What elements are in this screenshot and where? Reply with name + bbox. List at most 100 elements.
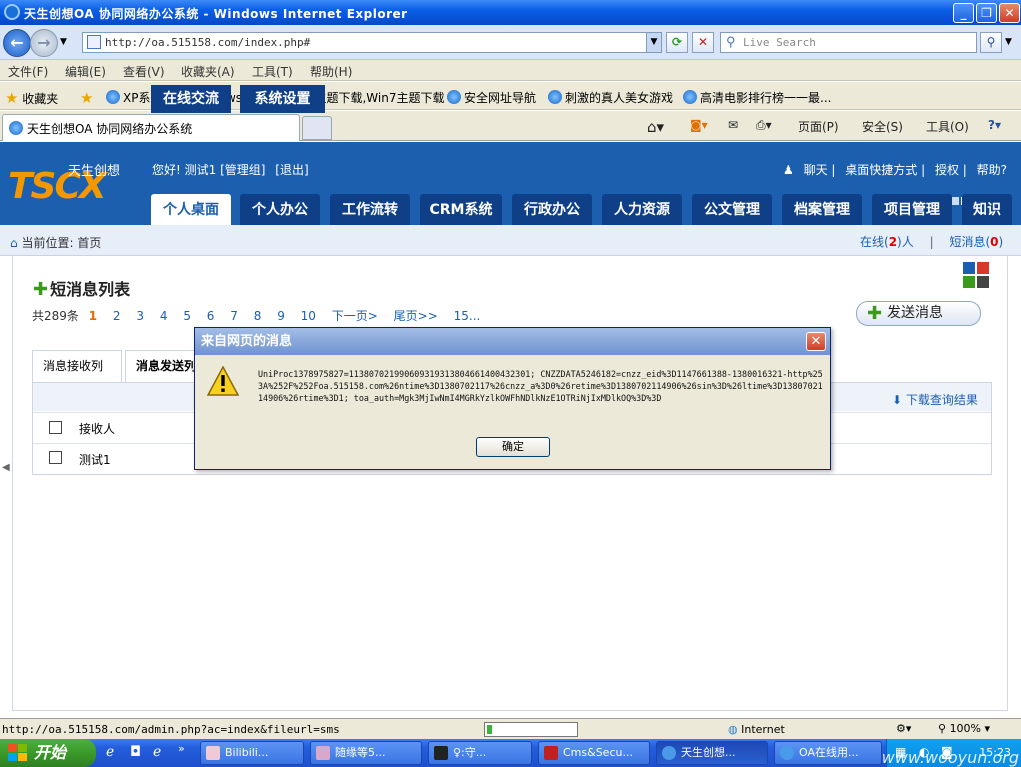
layout-grid-icon[interactable]	[963, 262, 989, 288]
page-menu[interactable]: 页面(P)	[798, 118, 839, 135]
menu-file[interactable]: 文件(F)	[8, 63, 48, 80]
row-checkbox[interactable]	[49, 451, 62, 464]
task-3[interactable]: ♀:守...	[428, 741, 532, 765]
send-message-button[interactable]: ✚ 发送消息	[856, 301, 981, 326]
safety-menu[interactable]: 安全(S)	[862, 118, 903, 135]
task-cms-security[interactable]: Cms&Secu...	[538, 741, 650, 765]
search-options-icon[interactable]: ▼	[1005, 37, 1012, 47]
ie-page-icon	[106, 90, 120, 104]
feeds-icon[interactable]: ◙▾	[690, 118, 708, 132]
chat-link[interactable]: 聊天	[804, 163, 828, 177]
menu-help[interactable]: 帮助(H)	[310, 63, 352, 80]
tools-menu[interactable]: 工具(O)	[926, 118, 969, 135]
address-dropdown-icon[interactable]: ▼	[646, 33, 661, 52]
history-dropdown-icon[interactable]: ▼	[60, 37, 67, 47]
help-link[interactable]: 帮助?	[977, 163, 1007, 177]
nav-workflow[interactable]: 工作流转	[330, 194, 410, 226]
page-link-9[interactable]: 9	[277, 309, 285, 323]
home-icon: ⌂	[10, 236, 18, 250]
quicklaunch-ie2-icon[interactable]: ℯ	[153, 744, 161, 760]
add-favorite-icon[interactable]: ★	[80, 89, 93, 107]
browser-tab-active[interactable]: 天生创想OA 协同网络办公系统	[2, 114, 300, 141]
task-oa-active[interactable]: 天生创想...	[656, 741, 768, 765]
zoom-control[interactable]: ⚲ 100% ▾	[938, 722, 990, 735]
nav-online-chat[interactable]: 在线交流	[151, 85, 231, 113]
nav-documents[interactable]: 公文管理	[692, 194, 772, 226]
page-link-2[interactable]: 2	[113, 309, 121, 323]
online-count: 2	[888, 235, 898, 249]
page-link-8[interactable]: 8	[254, 309, 262, 323]
minimize-button[interactable]: _	[953, 3, 974, 23]
app-icon	[434, 746, 448, 760]
nav-projects[interactable]: 项目管理	[872, 194, 952, 226]
window-close-button[interactable]: ✕	[999, 3, 1020, 23]
protected-mode-icon[interactable]: ⚙▾	[896, 722, 911, 735]
back-button[interactable]: ←	[3, 29, 31, 57]
quicklaunch-ie-icon[interactable]: ℯ	[106, 744, 114, 760]
fav-link-3[interactable]: 安全网址导航	[447, 89, 536, 106]
window-title-bar[interactable]: 天生创想OA 协同网络办公系统 - Windows Internet Explo…	[0, 0, 1021, 25]
last-page-link[interactable]: 尾页>>	[394, 309, 438, 323]
new-tab-button[interactable]	[302, 116, 332, 140]
page-link-4[interactable]: 4	[160, 309, 168, 323]
page-link-10[interactable]: 10	[301, 309, 316, 323]
start-button[interactable]: 开始	[0, 739, 96, 767]
refresh-button[interactable]: ⟳	[666, 32, 688, 53]
maximize-button[interactable]: ❐	[976, 3, 997, 23]
search-input[interactable]: ⚲ Live Search	[720, 32, 977, 53]
quicklaunch-app-icon[interactable]: ◘	[130, 744, 141, 760]
menu-tools[interactable]: 工具(T)	[252, 63, 293, 80]
nav-personal-desktop[interactable]: 个人桌面	[151, 194, 231, 226]
home-icon[interactable]: ⌂▾	[647, 118, 664, 136]
app-header: TSCX 天生创想 您好! 测试1 [管理组] [退出] ♟ 聊天 | 桌面快捷…	[0, 142, 1021, 226]
page-link-5[interactable]: 5	[183, 309, 191, 323]
dialog-close-button[interactable]: ✕	[806, 332, 826, 351]
download-results-link[interactable]: ⬇ 下载查询结果	[892, 391, 978, 408]
page-link-7[interactable]: 7	[230, 309, 238, 323]
search-button[interactable]: ⚲	[980, 32, 1002, 53]
page-link-6[interactable]: 6	[207, 309, 215, 323]
nav-knowledge[interactable]: 知识	[962, 194, 1012, 226]
fav-link-4[interactable]: 刺激的真人美女游戏	[548, 89, 673, 106]
task-label: Cms&Secu...	[563, 746, 633, 759]
security-zone[interactable]: ◍ Internet	[728, 723, 785, 736]
fav-link-5[interactable]: 高清电影排行榜一一最...	[683, 89, 831, 106]
task-2[interactable]: 随缘等5...	[310, 741, 422, 765]
desktop-shortcut-link[interactable]: 桌面快捷方式	[845, 163, 917, 177]
select-all-checkbox[interactable]	[49, 421, 62, 434]
menu-view[interactable]: 查看(V)	[123, 63, 165, 80]
nav-archives[interactable]: 档案管理	[782, 194, 862, 226]
nav-crm[interactable]: CRM系统	[420, 194, 502, 226]
messages-link[interactable]: 短消息(0)	[949, 235, 1003, 249]
nav-admin-office[interactable]: 行政办公	[512, 194, 592, 226]
task-oa-online[interactable]: OA在线用...	[774, 741, 882, 765]
task-bilibili[interactable]: Bilibili...	[200, 741, 304, 765]
search-engine-icon: ⚲	[726, 35, 736, 50]
read-mail-icon[interactable]: ✉	[728, 118, 738, 132]
nav-hr[interactable]: 人力资源	[602, 194, 682, 226]
forward-button[interactable]: →	[30, 29, 58, 57]
dialog-ok-button[interactable]: 确定	[476, 437, 550, 457]
logout-link[interactable]: [退出]	[275, 163, 308, 177]
stop-button[interactable]: ✕	[692, 32, 714, 53]
address-input[interactable]: http://oa.515158.com/index.php#	[82, 32, 662, 53]
menu-edit[interactable]: 编辑(E)	[65, 63, 106, 80]
collapse-left-icon[interactable]: ◀	[2, 462, 10, 473]
page-link-15[interactable]: 15...	[454, 309, 481, 323]
crumb-page[interactable]: 首页	[77, 236, 101, 250]
progress-bar	[484, 722, 578, 737]
task-label: ♀:守...	[453, 746, 487, 759]
online-status: 在线(2)人 | 短消息(0)	[860, 235, 1004, 249]
tab-received-messages[interactable]: 消息接收列表	[32, 350, 122, 403]
print-icon[interactable]: ⎙▾	[756, 118, 772, 133]
next-page-link[interactable]: 下一页>	[332, 309, 378, 323]
menu-favorites[interactable]: 收藏夹(A)	[181, 63, 235, 80]
online-users-link[interactable]: 在线(2)人	[860, 235, 914, 249]
license-link[interactable]: 授权	[935, 163, 959, 177]
nav-personal-office[interactable]: 个人办公	[240, 194, 320, 226]
nav-system-settings[interactable]: 系统设置	[240, 85, 325, 113]
favorites-button[interactable]: ★ 收藏夹	[5, 89, 58, 107]
page-link-3[interactable]: 3	[136, 309, 144, 323]
help-icon[interactable]: ?▾	[988, 118, 1001, 132]
quicklaunch-more-icon[interactable]: »	[178, 742, 185, 755]
